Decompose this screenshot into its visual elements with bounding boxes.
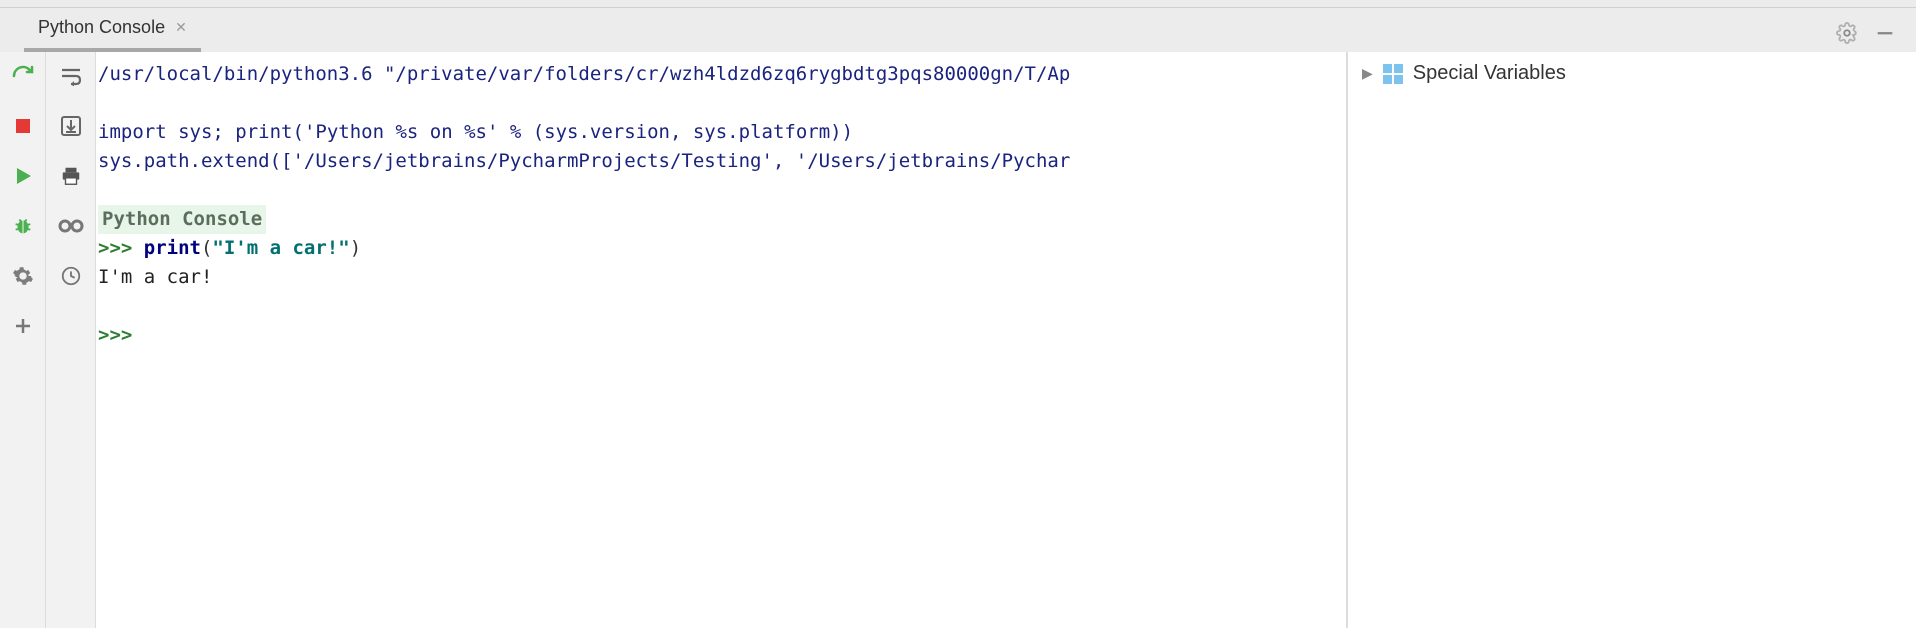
scroll-to-end-icon[interactable] xyxy=(57,112,85,140)
variables-panel: ▶ Special Variables xyxy=(1348,52,1916,628)
console-sys-line3: sys.path.extend(['/Users/jetbrains/Pycha… xyxy=(98,150,1070,172)
debug-icon[interactable] xyxy=(9,212,37,240)
special-variables-label: Special Variables xyxy=(1413,62,1566,85)
stop-icon[interactable] xyxy=(9,112,37,140)
add-icon[interactable] xyxy=(9,312,37,340)
tab-python-console[interactable]: Python Console ✕ xyxy=(24,7,201,52)
console-action-gutter xyxy=(46,52,96,628)
rerun-icon[interactable] xyxy=(9,62,37,90)
expand-icon[interactable]: ▶ xyxy=(1362,65,1373,82)
prompt-marker: >>> xyxy=(98,237,144,259)
variables-group-icon xyxy=(1383,64,1403,84)
run-icon[interactable] xyxy=(9,162,37,190)
minimize-icon[interactable] xyxy=(1874,22,1896,44)
tab-label: Python Console xyxy=(38,17,165,38)
console-command: print("I'm a car!") xyxy=(144,237,361,259)
console-output-line: I'm a car! xyxy=(98,266,212,288)
console-output[interactable]: /usr/local/bin/python3.6 "/private/var/f… xyxy=(96,52,1346,628)
console-sys-line1: /usr/local/bin/python3.6 "/private/var/f… xyxy=(98,63,1070,85)
show-variables-icon[interactable] xyxy=(57,212,85,240)
tab-bar: Python Console ✕ xyxy=(0,8,1916,52)
main-panel: /usr/local/bin/python3.6 "/private/var/f… xyxy=(0,52,1916,628)
window-top-strip xyxy=(0,0,1916,8)
print-icon[interactable] xyxy=(57,162,85,190)
history-icon[interactable] xyxy=(57,262,85,290)
console-title: Python Console xyxy=(98,205,266,234)
soft-wrap-icon[interactable] xyxy=(57,62,85,90)
left-action-gutter xyxy=(0,52,46,628)
settings-cog-icon[interactable] xyxy=(9,262,37,290)
special-variables-row[interactable]: ▶ Special Variables xyxy=(1362,62,1902,85)
gear-icon[interactable] xyxy=(1836,22,1858,44)
prompt-marker-empty: >>> xyxy=(98,324,144,346)
console-sys-line2: import sys; print('Python %s on %s' % (s… xyxy=(98,121,853,143)
tab-bar-controls xyxy=(1836,22,1904,52)
close-icon[interactable]: ✕ xyxy=(175,19,187,36)
